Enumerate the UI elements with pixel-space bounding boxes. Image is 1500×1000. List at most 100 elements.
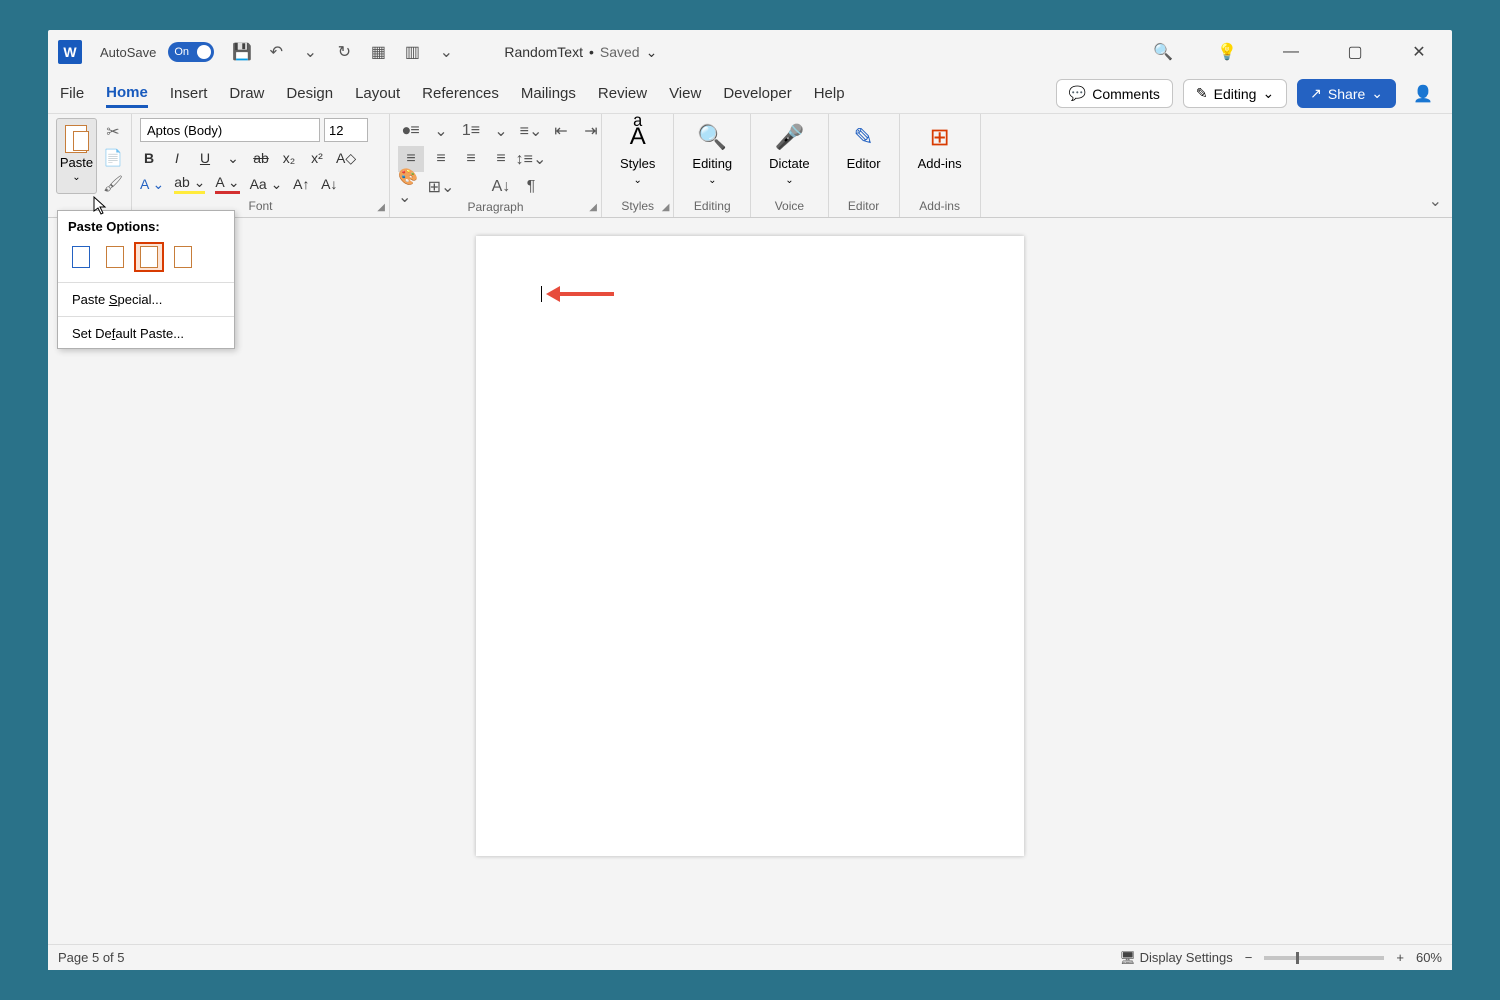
change-case-button[interactable]: Aa ⌄ xyxy=(250,174,283,194)
addins-group: ⊞ Add-ins Add-ins xyxy=(900,114,981,217)
copy-icon[interactable]: 📄 xyxy=(103,148,123,168)
align-right-button[interactable]: ≡ xyxy=(458,146,484,172)
paragraph-group-label: Paragraph xyxy=(398,200,593,216)
document-page[interactable] xyxy=(476,236,1024,856)
qat-customize-icon[interactable]: ⌄ xyxy=(436,42,456,62)
show-marks-button[interactable]: ¶ xyxy=(518,174,544,200)
paste-label: Paste xyxy=(60,155,93,170)
tab-draw[interactable]: Draw xyxy=(229,81,264,106)
redo-icon[interactable]: ↻ xyxy=(334,42,354,62)
set-default-paste-item[interactable]: Set Default Paste... xyxy=(58,319,234,348)
ribbon: Paste ⌄ ✂ 📄 🖌 B I U ⌄ ab x xyxy=(48,114,1452,218)
italic-button[interactable]: I xyxy=(168,148,186,168)
styles-button[interactable]: Aͣ Styles ⌄ xyxy=(610,118,665,190)
highlight-button[interactable]: ab ⌄ xyxy=(174,174,205,194)
maximize-button[interactable]: ▢ xyxy=(1338,37,1372,67)
font-name-select[interactable] xyxy=(140,118,320,142)
decrease-indent-button[interactable]: ⇤ xyxy=(548,118,574,144)
merge-formatting-icon[interactable] xyxy=(100,242,130,272)
font-dialog-launcher[interactable]: ◢ xyxy=(377,202,385,213)
tab-references[interactable]: References xyxy=(422,81,499,106)
zoom-level[interactable]: 60% xyxy=(1416,950,1442,965)
paragraph-dialog-launcher[interactable]: ◢ xyxy=(589,202,597,213)
shading-button[interactable]: 🎨⌄ xyxy=(398,174,424,200)
subscript-button[interactable]: x₂ xyxy=(280,148,298,168)
bullets-button[interactable]: ⦁≡ xyxy=(398,118,424,144)
text-effects-button[interactable]: A ⌄ xyxy=(140,174,164,194)
document-area[interactable] xyxy=(48,232,1452,944)
styles-dialog-launcher[interactable]: ◢ xyxy=(662,202,670,213)
tab-insert[interactable]: Insert xyxy=(170,81,208,106)
zoom-out-button[interactable]: − xyxy=(1245,950,1253,965)
cut-icon[interactable]: ✂ xyxy=(103,122,123,142)
numbering-dd[interactable]: ⌄ xyxy=(488,118,514,144)
paste-icon xyxy=(63,123,91,153)
editor-button[interactable]: ✎ Editor xyxy=(837,118,891,175)
chevron-down-icon[interactable]: ⌄ xyxy=(72,172,80,183)
clear-format-icon[interactable]: A◇ xyxy=(336,148,356,168)
sort-button[interactable]: A↓ xyxy=(488,174,514,200)
multilevel-button[interactable]: ≡⌄ xyxy=(518,118,544,144)
page-indicator[interactable]: Page 5 of 5 xyxy=(58,950,125,965)
tab-mailings[interactable]: Mailings xyxy=(521,81,576,106)
comments-button[interactable]: 💬 Comments xyxy=(1056,79,1173,108)
borders-button[interactable]: ⊞⌄ xyxy=(428,174,454,200)
format-painter-icon[interactable]: 🖌 xyxy=(103,174,123,194)
qat-button-2[interactable]: ▥ xyxy=(402,42,422,62)
editing-group-label: Editing xyxy=(682,199,742,215)
collapse-ribbon-icon[interactable]: ⌄ xyxy=(1429,191,1442,211)
align-center-button[interactable]: ≡ xyxy=(428,146,454,172)
underline-dropdown[interactable]: ⌄ xyxy=(224,148,242,168)
dictate-button[interactable]: 🎤 Dictate ⌄ xyxy=(759,118,819,190)
addins-button[interactable]: ⊞ Add-ins xyxy=(908,118,972,175)
increase-indent-button[interactable]: ⇥ xyxy=(578,118,604,144)
undo-dropdown-icon[interactable]: ⌄ xyxy=(300,42,320,62)
share-button[interactable]: ↗ Share ⌄ xyxy=(1297,79,1396,108)
lightbulb-icon[interactable]: 💡 xyxy=(1210,37,1244,67)
save-icon[interactable]: 💾 xyxy=(232,42,252,62)
numbering-button[interactable]: 1≡ xyxy=(458,118,484,144)
close-button[interactable]: ✕ xyxy=(1402,37,1436,67)
chevron-down-icon[interactable]: ⌄ xyxy=(646,44,658,61)
tab-design[interactable]: Design xyxy=(286,81,333,106)
superscript-button[interactable]: x² xyxy=(308,148,326,168)
autosave-toggle[interactable]: On xyxy=(168,42,214,62)
document-title[interactable]: RandomText • Saved ⌄ xyxy=(504,44,657,61)
editing-button[interactable]: 🔍 Editing ⌄ xyxy=(682,118,742,190)
justify-button[interactable]: ≡ xyxy=(488,146,514,172)
grow-font-button[interactable]: A↑ xyxy=(292,174,310,194)
editing-mode-button[interactable]: ✎ Editing ⌄ xyxy=(1183,79,1287,108)
paste-button[interactable]: Paste ⌄ xyxy=(56,118,97,194)
keep-text-only-icon[interactable] xyxy=(168,242,198,272)
paste-special-item[interactable]: Paste Special... xyxy=(58,285,234,314)
bullets-dd[interactable]: ⌄ xyxy=(428,118,454,144)
font-color-button[interactable]: A ⌄ xyxy=(215,174,239,194)
shrink-font-button[interactable]: A↓ xyxy=(320,174,338,194)
font-size-select[interactable] xyxy=(324,118,368,142)
tab-help[interactable]: Help xyxy=(814,81,845,106)
styles-group: Aͣ Styles ⌄ Styles ◢ xyxy=(602,114,674,217)
picture-paste-icon[interactable] xyxy=(134,242,164,272)
voice-group-label: Voice xyxy=(759,199,819,215)
tab-file[interactable]: File xyxy=(60,81,84,106)
paste-options-title: Paste Options: xyxy=(58,211,234,240)
account-icon[interactable]: 👤 xyxy=(1406,79,1440,109)
search-icon[interactable]: 🔍 xyxy=(1146,37,1180,67)
tab-developer[interactable]: Developer xyxy=(723,81,791,106)
tab-review[interactable]: Review xyxy=(598,81,647,106)
qat-button-1[interactable]: ▦ xyxy=(368,42,388,62)
strikethrough-button[interactable]: ab xyxy=(252,148,270,168)
tab-layout[interactable]: Layout xyxy=(355,81,400,106)
minimize-button[interactable]: — xyxy=(1274,37,1308,67)
bold-button[interactable]: B xyxy=(140,148,158,168)
tab-view[interactable]: View xyxy=(669,81,701,106)
underline-button[interactable]: U xyxy=(196,148,214,168)
line-spacing-button[interactable]: ↕≡⌄ xyxy=(518,146,544,172)
zoom-in-button[interactable]: + xyxy=(1396,950,1404,965)
tab-home[interactable]: Home xyxy=(106,80,148,108)
keep-source-formatting-icon[interactable] xyxy=(66,242,96,272)
zoom-slider[interactable] xyxy=(1264,956,1384,960)
undo-icon[interactable]: ↶ xyxy=(266,42,286,62)
doc-name: RandomText xyxy=(504,44,583,60)
display-settings-button[interactable]: 🖥 Display Settings xyxy=(1119,950,1232,966)
